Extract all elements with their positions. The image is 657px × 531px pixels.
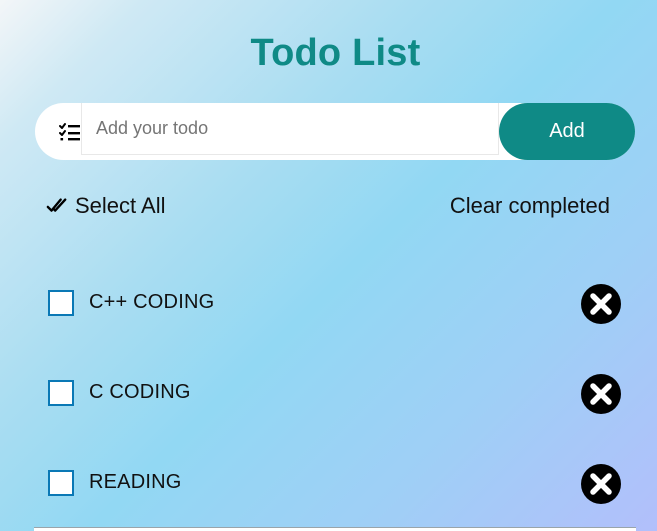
clear-completed-button[interactable]: Clear completed: [450, 192, 610, 220]
todo-checkbox[interactable]: [48, 290, 74, 316]
delete-icon[interactable]: [580, 373, 622, 415]
todo-item: C++ CODING: [48, 284, 622, 328]
select-all-button[interactable]: Select All: [46, 192, 166, 220]
todo-item: READING: [48, 464, 622, 508]
todo-text: C++ CODING: [89, 291, 215, 313]
todo-text: READING: [89, 471, 182, 493]
todo-input-bar: Add: [35, 103, 635, 160]
checklist-icon: [59, 122, 81, 142]
todo-input[interactable]: [81, 103, 499, 155]
next-item-edge: [34, 527, 636, 531]
page-title: Todo List: [250, 32, 421, 74]
delete-icon[interactable]: [580, 463, 622, 505]
todo-text: C CODING: [89, 381, 191, 403]
add-button[interactable]: Add: [499, 103, 635, 160]
delete-icon[interactable]: [580, 283, 622, 325]
select-all-label: Select All: [75, 193, 166, 218]
todo-checkbox[interactable]: [48, 470, 74, 496]
todo-item: C CODING: [48, 374, 622, 418]
double-check-icon: [46, 198, 67, 212]
todo-checkbox[interactable]: [48, 380, 74, 406]
